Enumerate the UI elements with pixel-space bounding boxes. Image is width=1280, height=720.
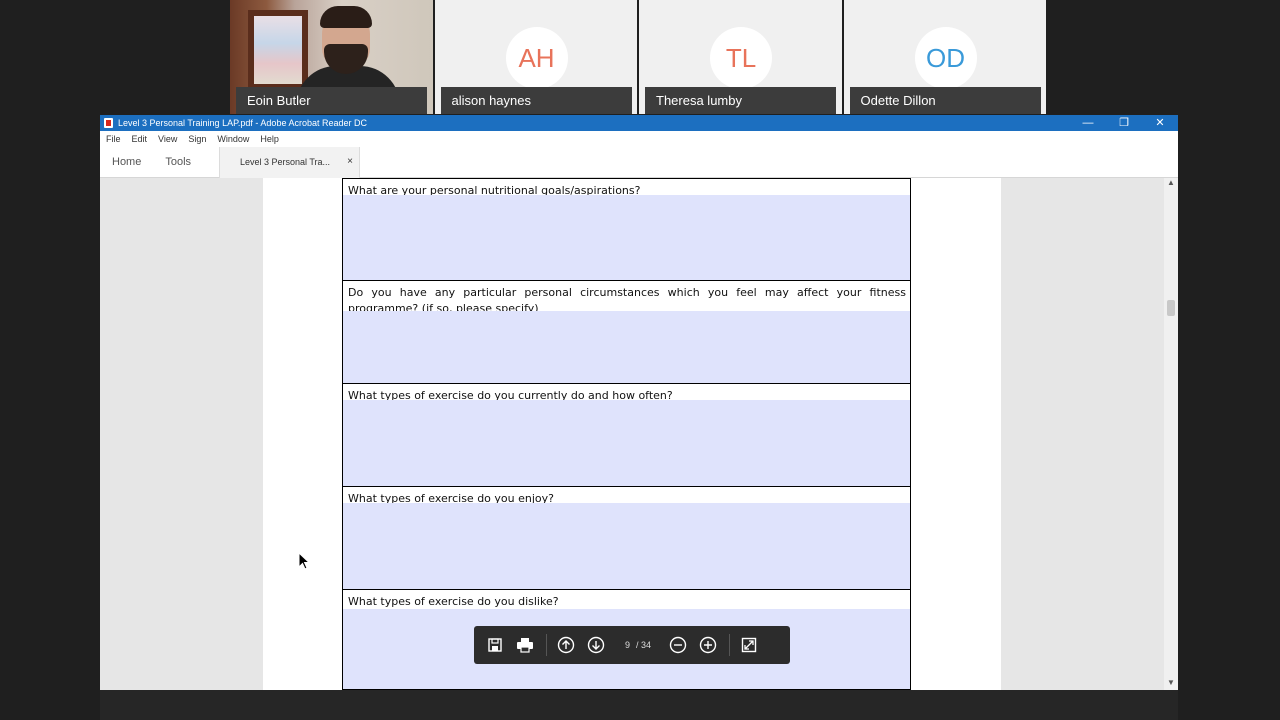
scroll-down-icon[interactable]: ▼ [1164, 678, 1178, 690]
window-title: Level 3 Personal Training LAP.pdf - Adob… [118, 118, 367, 128]
floating-page-toolbar: 9 / 34 [474, 626, 790, 664]
form-table: What are your personal nutritional goals… [342, 178, 911, 690]
mouse-cursor-icon [298, 551, 311, 575]
menu-file[interactable]: File [106, 131, 121, 147]
window-controls: — ❐ ✕ [1070, 115, 1178, 131]
tab-tools[interactable]: Tools [153, 147, 203, 177]
participant-tile-video[interactable]: Eoin Butler [230, 0, 433, 114]
page-up-icon[interactable] [555, 634, 577, 656]
toolbar-divider [546, 634, 547, 656]
menu-view[interactable]: View [158, 131, 177, 147]
menu-edit[interactable]: Edit [132, 131, 148, 147]
menu-sign[interactable]: Sign [188, 131, 206, 147]
participant-name: Odette Dillon [849, 87, 1041, 114]
menu-bar: File Edit View Sign Window Help [100, 131, 1178, 147]
title-bar[interactable]: Level 3 Personal Training LAP.pdf - Adob… [100, 115, 1178, 131]
answer-field[interactable] [343, 400, 910, 486]
participant-name: alison haynes [440, 87, 632, 114]
zoom-in-icon[interactable] [697, 634, 719, 656]
scroll-up-icon[interactable]: ▲ [1164, 178, 1178, 190]
avatar-initials: OD [926, 42, 965, 73]
form-row: What types of exercise do you currently … [342, 384, 911, 487]
pdf-app-icon [104, 118, 113, 128]
participant-avatar: AH [505, 27, 568, 89]
pdf-page: What are your personal nutritional goals… [263, 178, 1001, 690]
menu-window[interactable]: Window [217, 131, 249, 147]
participant-strip: Eoin Butler AH alison haynes TL Theresa … [230, 0, 1046, 114]
acrobat-window: Level 3 Personal Training LAP.pdf - Adob… [100, 115, 1178, 690]
page-indicator: 9 / 34 [625, 640, 651, 650]
answer-field[interactable] [343, 503, 910, 589]
document-viewer[interactable]: What are your personal nutritional goals… [100, 178, 1178, 690]
participant-tile[interactable]: TL Theresa lumby [639, 0, 842, 114]
print-icon[interactable] [514, 634, 536, 656]
participant-name: Theresa lumby [645, 87, 836, 114]
avatar-initials: AH [518, 42, 555, 73]
page-down-icon[interactable] [585, 634, 607, 656]
participant-tile[interactable]: OD Odette Dillon [843, 0, 1046, 114]
close-tab-icon[interactable]: × [347, 147, 353, 177]
participant-tile[interactable]: AH alison haynes [434, 0, 637, 114]
save-icon[interactable] [484, 634, 506, 656]
form-row: What are your personal nutritional goals… [342, 178, 911, 281]
form-row: Do you have any particular personal circ… [342, 281, 911, 384]
tab-document[interactable]: Level 3 Personal Tra... × [219, 147, 360, 178]
participant-hair [320, 6, 372, 28]
tab-bar: Home Tools Level 3 Personal Tra... × [100, 147, 1178, 178]
participant-avatar: TL [710, 27, 772, 89]
background-door [248, 10, 308, 90]
participant-name: Eoin Butler [236, 87, 427, 114]
avatar-initials: TL [725, 42, 757, 73]
question-label: What types of exercise do you dislike? [343, 590, 910, 610]
answer-field[interactable] [343, 311, 910, 383]
current-page[interactable]: 9 [625, 640, 630, 650]
document-tab-label: Level 3 Personal Tra... [240, 157, 331, 167]
zoom-out-icon[interactable] [667, 634, 689, 656]
total-pages: / 34 [636, 640, 652, 650]
vertical-scrollbar[interactable]: ▲ ▼ [1164, 178, 1178, 690]
tab-home[interactable]: Home [100, 147, 153, 177]
fit-page-icon[interactable] [738, 634, 760, 656]
restore-icon[interactable]: ❐ [1106, 115, 1142, 131]
menu-help[interactable]: Help [260, 131, 279, 147]
toolbar-divider [729, 634, 731, 656]
form-row: What types of exercise do you enjoy? [342, 487, 911, 590]
bottom-strip [100, 690, 1178, 720]
answer-field[interactable] [343, 195, 910, 280]
minimize-icon[interactable]: — [1070, 115, 1106, 131]
participant-avatar: OD [914, 27, 977, 89]
close-icon[interactable]: ✕ [1142, 115, 1178, 131]
scroll-thumb[interactable] [1167, 300, 1175, 316]
